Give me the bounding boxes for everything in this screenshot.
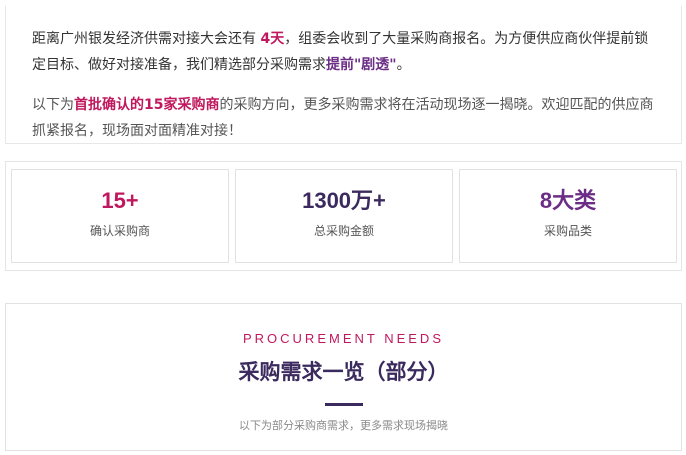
procurement-english-title: PROCUREMENT NEEDS <box>242 331 444 346</box>
page: 距离广州银发经济供需对接大会还有 4天，组委会收到了大量采购商报名。为方便供应商… <box>0 0 686 455</box>
stat-label: 采购品类 <box>543 224 592 238</box>
buyers-highlight: 首批确认的15家采购商 <box>74 97 220 113</box>
stat-card-amount: 1300万+ 总采购金额 <box>235 169 453 263</box>
stat-value: 15+ <box>101 188 139 213</box>
intro-text-end: 。 <box>396 57 411 73</box>
spoiler-highlight: 提前"剧透" <box>326 57 397 73</box>
intro-paragraph-2: 以下为首批确认的15家采购商的采购方向，更多采购需求将在活动现场逐一揭晓。欢迎匹… <box>32 92 657 144</box>
stat-label: 总采购金额 <box>313 224 374 238</box>
stat-value: 1300万+ <box>302 188 386 213</box>
intro-paragraph-1: 距离广州银发经济供需对接大会还有 4天，组委会收到了大量采购商报名。为方便供应商… <box>32 26 657 78</box>
intro2-text-a: 以下为 <box>32 97 74 113</box>
intro-text-a: 距离广州银发经济供需对接大会还有 <box>32 31 261 47</box>
procurement-subtitle: 以下为部分采购商需求，更多需求现场揭晓 <box>239 419 448 432</box>
stat-card-buyers: 15+ 确认采购商 <box>11 169 229 263</box>
intro-card: 距离广州银发经济供需对接大会还有 4天，组委会收到了大量采购商报名。为方便供应商… <box>5 6 682 144</box>
stat-label: 确认采购商 <box>89 224 150 238</box>
stat-card-categories: 8大类 采购品类 <box>459 169 677 263</box>
stat-value: 8大类 <box>539 188 597 213</box>
procurement-section-header: PROCUREMENT NEEDS 采购需求一览（部分） 以下为部分采购商需求，… <box>5 303 682 451</box>
stats-row: 15+ 确认采购商 1300万+ 总采购金额 8大类 采购品类 <box>5 161 682 271</box>
procurement-title: 采购需求一览（部分） <box>238 360 449 384</box>
days-remaining: 4天 <box>260 31 285 47</box>
title-underline-divider <box>324 403 363 406</box>
